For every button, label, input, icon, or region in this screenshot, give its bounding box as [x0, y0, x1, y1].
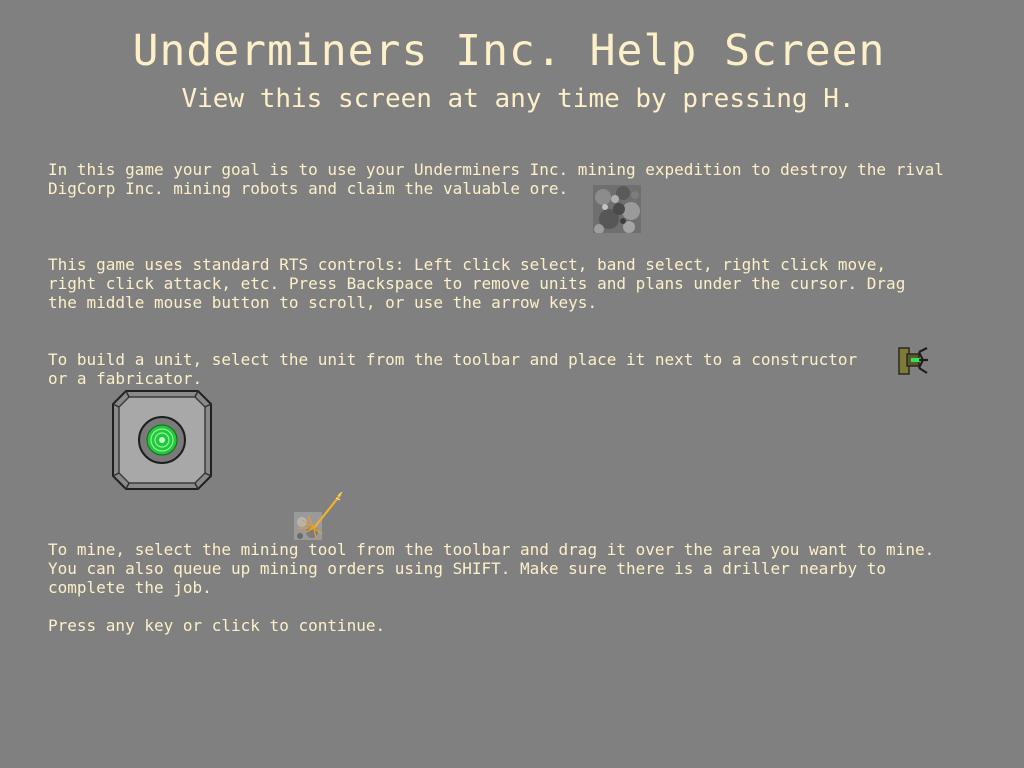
controls-text-line: This game uses standard RTS controls: Le… — [48, 255, 887, 274]
help-screen[interactable]: Underminers Inc. Help Screen View this s… — [0, 0, 1024, 768]
mine-text-line: complete the job. — [48, 578, 212, 597]
goal-text-line: DigCorp Inc. mining robots and claim the… — [48, 179, 569, 198]
controls-text-line: the middle mouse button to scroll, or us… — [48, 293, 598, 312]
continue-prompt: Press any key or click to continue. — [48, 616, 386, 635]
mining-tool-icon — [294, 491, 344, 540]
controls-text-line: right click attack, etc. Press Backspace… — [48, 274, 906, 293]
help-subtitle: View this screen at any time by pressing… — [181, 84, 855, 114]
goal-text-line: In this game your goal is to use your Un… — [48, 160, 944, 179]
mine-text-line: To mine, select the mining tool from the… — [48, 540, 935, 559]
fabricator-icon — [112, 390, 212, 490]
build-text-line: or a fabricator. — [48, 369, 203, 388]
help-title: Underminers Inc. Help Screen — [132, 26, 886, 76]
mine-text-line: You can also queue up mining orders usin… — [48, 559, 887, 578]
ore-icon — [593, 185, 641, 234]
build-text-line: To build a unit, select the unit from th… — [48, 350, 858, 369]
constructor-icon — [897, 346, 929, 376]
